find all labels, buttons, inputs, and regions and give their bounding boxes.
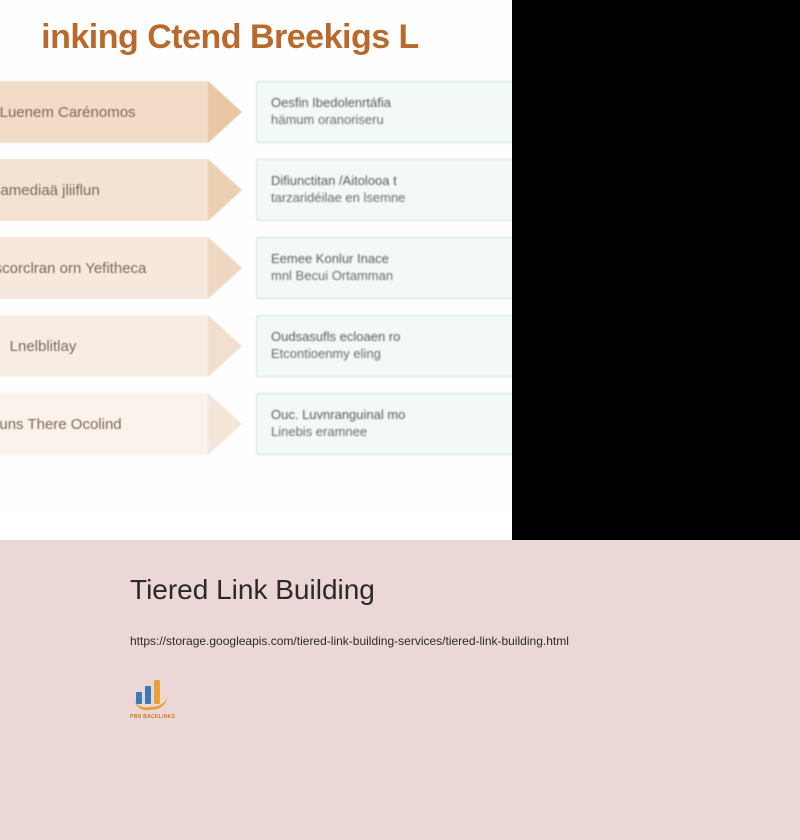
description-line: Difiunctitan /Aitolooa t <box>271 173 512 190</box>
diagram-rows: odiiar I Luenem Carénomos Oesfin Ibedole… <box>0 81 512 455</box>
swoosh-icon <box>133 694 168 711</box>
description-box: Difiunctitan /Aitolooa t tarzaridéilae e… <box>256 159 512 221</box>
top-region: inking Ctend Breekigs L odiiar I Luenem … <box>0 0 800 540</box>
arrow-icon: Lnelblitlay <box>0 315 242 377</box>
page-title: Tiered Link Building <box>130 574 670 606</box>
arrow-label: odiiar I Luenem Carénomos <box>0 81 208 143</box>
diagram-row: Lnelblitlay Oudsasufls ecloaen ro Etcont… <box>0 315 512 377</box>
arrow-icon: Cosguns There Ocolind <box>0 393 242 455</box>
arrow-icon: odiiar I Luenem Carénomos <box>0 81 242 143</box>
page-url-text: https://storage.googleapis.com/tiered-li… <box>130 634 670 648</box>
diagram-row: Cosguns There Ocolind Ouc. Luvnranguinal… <box>0 393 512 455</box>
diagram-title: inking Ctend Breekigs L <box>0 0 512 81</box>
description-box: Ouc. Luvnranguinal mo Linebis eramnee <box>256 393 512 455</box>
diagram-row: lisamediaä jliiflun Difiunctitan /Aitolo… <box>0 159 512 221</box>
arrow-icon: ansc Cuscorclran orn Yefitheca <box>0 237 242 299</box>
diagram-row: odiiar I Luenem Carénomos Oesfin Ibedole… <box>0 81 512 143</box>
description-line: Etcontioenmy eling <box>271 346 512 363</box>
description-line: hämum oranoriseru <box>271 112 512 129</box>
arrow-label: lisamediaä jliiflun <box>0 159 208 221</box>
arrow-icon: lisamediaä jliiflun <box>0 159 242 221</box>
description-box: Oesfin Ibedolenrtáfia hämum oranoriseru <box>256 81 512 143</box>
description-line: mnl Becui Ortamman <box>271 268 512 285</box>
pbn-backlinks-logo: PBN BACKLINKS <box>130 676 174 720</box>
logo-text: PBN BACKLINKS <box>130 714 175 720</box>
description-line: Oudsasufls ecloaen ro <box>271 329 512 346</box>
description-line: Ouc. Luvnranguinal mo <box>271 407 512 424</box>
black-sidebar <box>512 0 800 540</box>
description-line: Linebis eramnee <box>271 424 512 441</box>
description-box: Eemee Konlur Inace mnl Becui Ortamman <box>256 237 512 299</box>
arrow-label: Cosguns There Ocolind <box>0 393 208 455</box>
arrow-label: Lnelblitlay <box>0 315 208 377</box>
diagram-image: inking Ctend Breekigs L odiiar I Luenem … <box>0 0 512 512</box>
description-box: Oudsasufls ecloaen ro Etcontioenmy eling <box>256 315 512 377</box>
description-line: Oesfin Ibedolenrtáfia <box>271 95 512 112</box>
description-line: tarzaridéilae en lsemne <box>271 190 512 207</box>
content-region: Tiered Link Building https://storage.goo… <box>0 540 800 840</box>
description-line: Eemee Konlur Inace <box>271 251 512 268</box>
diagram-row: ansc Cuscorclran orn Yefitheca Eemee Kon… <box>0 237 512 299</box>
arrow-label: ansc Cuscorclran orn Yefitheca <box>0 237 208 299</box>
